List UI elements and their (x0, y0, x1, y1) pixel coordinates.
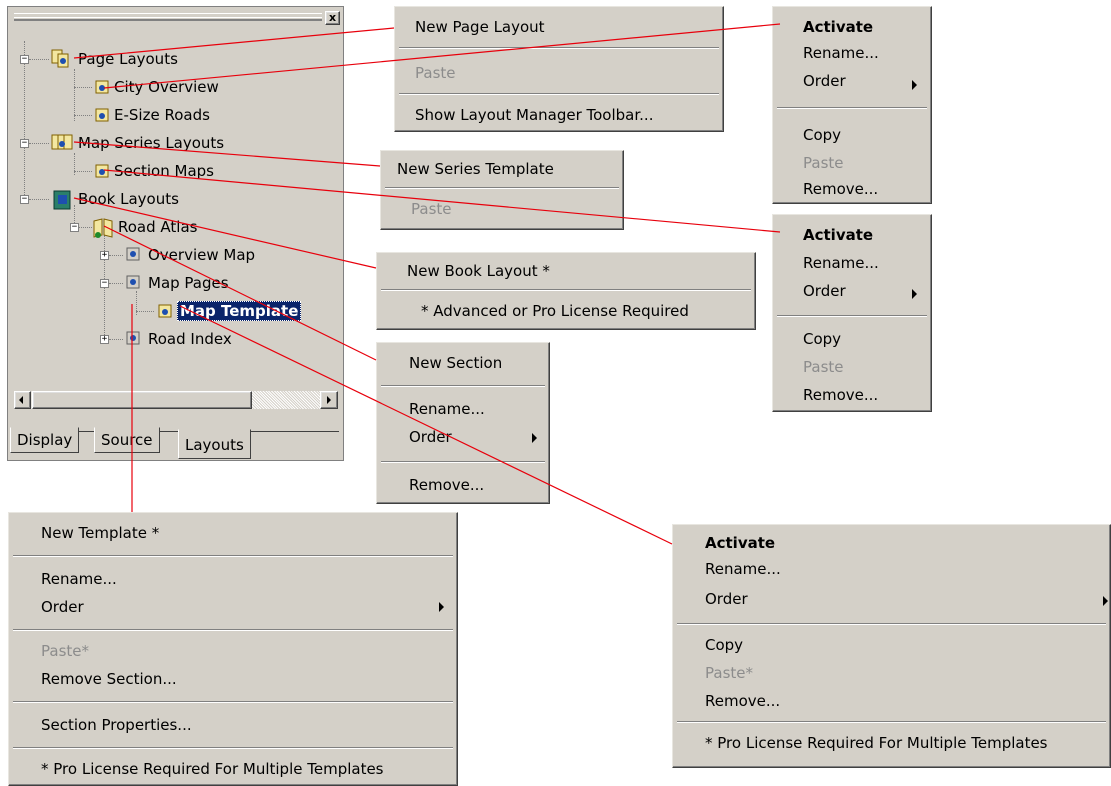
menu-item-order[interactable]: Order (377, 425, 549, 449)
menu-item-paste[interactable]: Paste (773, 355, 931, 379)
tree-item-page-layouts[interactable]: Page Layouts (78, 50, 178, 68)
expand-overview-map[interactable]: + (100, 251, 109, 260)
tree-item-map-pages[interactable]: Map Pages (148, 274, 229, 292)
scroll-left-icon (19, 396, 23, 404)
menu-item-activate[interactable]: Activate (673, 531, 1110, 555)
menu-item-paste[interactable]: Paste (395, 61, 723, 85)
collapse-book-layouts[interactable]: − (20, 195, 29, 204)
layouts-tree[interactable]: − Page Layouts City Overview E-Size Road… (14, 29, 339, 427)
menu-item-section-properties[interactable]: Section Properties... (9, 713, 457, 737)
collapse-page-layouts[interactable]: − (20, 55, 29, 64)
menu-item-order[interactable]: Order (9, 595, 457, 619)
menu-item-rename[interactable]: Rename... (377, 397, 549, 421)
section-icon (126, 247, 140, 261)
menu-item-show-layout-manager-toolbar[interactable]: Show Layout Manager Toolbar... (395, 103, 723, 127)
menu-item-license-note: * Pro License Required For Multiple Temp… (705, 734, 1048, 752)
submenu-arrow-icon (912, 289, 917, 299)
menu-item-copy[interactable]: Copy (773, 123, 931, 147)
series-template-icon (95, 164, 109, 178)
scroll-right-button[interactable] (320, 391, 338, 409)
series-item-context-menu: Activate Rename... Order Copy Paste Remo… (772, 214, 932, 412)
scroll-right-icon (327, 396, 331, 404)
menu-item-remove-section[interactable]: Remove Section... (9, 667, 457, 691)
menu-item-license-note: * Pro License Required For Multiple Temp… (41, 760, 384, 778)
tree-item-road-index[interactable]: Road Index (148, 330, 232, 348)
menu-item-remove[interactable]: Remove... (377, 473, 549, 497)
horizontal-scrollbar[interactable] (14, 391, 338, 409)
menu-item-activate[interactable]: Activate (773, 223, 931, 247)
submenu-arrow-icon (912, 80, 917, 90)
menu-item-rename[interactable]: Rename... (673, 557, 1110, 581)
scroll-thumb[interactable] (32, 391, 252, 409)
menu-item-rename[interactable]: Rename... (9, 567, 457, 591)
panel-grip-line (14, 17, 322, 20)
section-context-menu: New Template * Rename... Order Paste* Re… (8, 512, 458, 786)
layouts-panel: x − Page Layouts City Overview E-Size Ro… (7, 6, 344, 461)
menu-item-remove[interactable]: Remove... (673, 689, 1110, 713)
tree-item-section-maps[interactable]: Section Maps (114, 162, 214, 180)
template-context-menu: Activate Rename... Order Copy Paste* Rem… (672, 524, 1111, 768)
submenu-arrow-icon (439, 602, 444, 612)
template-icon (158, 304, 172, 318)
collapse-road-atlas[interactable]: − (70, 223, 79, 232)
section-icon (126, 275, 140, 289)
book-item-context-menu: New Section Rename... Order Remove... (376, 342, 550, 504)
menu-item-new-book-layout[interactable]: New Book Layout * (377, 259, 755, 283)
menu-item-paste[interactable]: Paste* (673, 661, 1110, 685)
menu-item-remove[interactable]: Remove... (773, 383, 931, 407)
tree-item-road-atlas[interactable]: Road Atlas (118, 218, 197, 236)
scroll-track[interactable] (252, 391, 320, 409)
menu-item-paste[interactable]: Paste* (9, 639, 457, 663)
book-layouts-context-menu: New Book Layout * * Advanced or Pro Lice… (376, 252, 756, 330)
menu-item-new-page-layout[interactable]: New Page Layout (395, 15, 723, 39)
page-layout-icon (95, 108, 109, 122)
menu-item-remove[interactable]: Remove... (773, 177, 931, 201)
menu-item-paste[interactable]: Paste (381, 197, 623, 221)
menu-item-new-template[interactable]: New Template * (9, 521, 457, 545)
page-layout-icon (95, 80, 109, 94)
scroll-left-button[interactable] (14, 391, 31, 409)
tree-item-map-template[interactable]: Map Template (177, 301, 302, 321)
book-layouts-icon (53, 190, 71, 210)
page-item-context-menu: Activate Rename... Order Copy Paste Remo… (772, 6, 932, 204)
tab-source[interactable]: Source (94, 427, 160, 453)
collapse-map-series-layouts[interactable]: − (20, 139, 29, 148)
page-layouts-context-menu: New Page Layout Paste Show Layout Manage… (394, 6, 724, 132)
expand-road-index[interactable]: + (100, 335, 109, 344)
menu-item-license-note: * Advanced or Pro License Required (421, 302, 689, 320)
menu-item-order[interactable]: Order (673, 587, 1110, 611)
tree-item-map-series-layouts[interactable]: Map Series Layouts (78, 134, 224, 152)
page-layouts-icon (51, 49, 69, 68)
close-icon: x (328, 11, 337, 24)
menu-item-paste[interactable]: Paste (773, 151, 931, 175)
map-series-context-menu: New Series Template Paste (380, 150, 624, 230)
book-icon (93, 218, 113, 238)
tree-item-overview-map[interactable]: Overview Map (148, 246, 255, 264)
menu-item-copy[interactable]: Copy (673, 633, 1110, 657)
map-series-layouts-icon (51, 134, 73, 150)
menu-item-order[interactable]: Order (773, 69, 931, 93)
menu-item-copy[interactable]: Copy (773, 327, 931, 351)
menu-item-rename[interactable]: Rename... (773, 41, 931, 65)
tree-item-city-overview[interactable]: City Overview (114, 78, 219, 96)
tab-layouts[interactable]: Layouts (178, 429, 251, 459)
tree-item-book-layouts[interactable]: Book Layouts (78, 190, 179, 208)
section-icon (126, 331, 140, 345)
submenu-arrow-icon (532, 433, 537, 443)
menu-item-new-section[interactable]: New Section (377, 351, 549, 375)
close-button[interactable]: x (325, 11, 340, 25)
menu-item-order[interactable]: Order (773, 279, 931, 303)
tree-item-e-size-roads[interactable]: E-Size Roads (114, 106, 210, 124)
menu-item-new-series-template[interactable]: New Series Template (381, 157, 623, 181)
menu-item-activate[interactable]: Activate (773, 15, 931, 39)
submenu-arrow-icon (1103, 596, 1108, 606)
tab-display[interactable]: Display (10, 427, 80, 453)
menu-item-rename[interactable]: Rename... (773, 251, 931, 275)
collapse-map-pages[interactable]: − (100, 279, 109, 288)
